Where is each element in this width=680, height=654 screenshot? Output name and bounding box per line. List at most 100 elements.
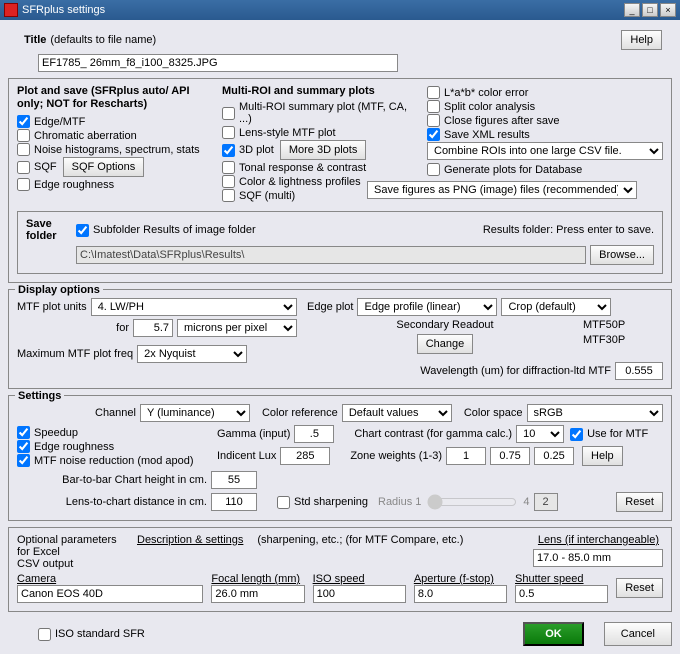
wavelength-input[interactable] [615,362,663,380]
display-options-heading: Display options [15,284,103,296]
chk-subfolder[interactable] [76,224,89,237]
gamma-label: Gamma (input) [217,428,290,440]
camera-label: Camera [17,573,203,585]
chk-lens-style[interactable] [222,126,235,139]
microns-select[interactable]: microns per pixel [177,319,297,337]
camera-input[interactable] [17,585,203,603]
chk-noise-hist[interactable] [17,143,30,156]
minimize-button[interactable]: _ [624,3,640,17]
edge-plot-label: Edge plot [307,301,353,313]
chk-sqf-multi[interactable] [222,189,235,202]
optional-heading1: Optional parameters for Excel [17,534,127,558]
maximize-button[interactable]: □ [642,3,658,17]
sqf-options-button[interactable]: SQF Options [63,157,145,177]
optional-reset-button[interactable]: Reset [616,578,663,598]
chk-std-sharp[interactable] [277,496,290,509]
chk-mtf-noise[interactable] [17,454,30,467]
plot-save-heading: Plot and save (SFRplus auto/ API only; N… [17,85,212,111]
shutter-label: Shutter speed [515,573,608,585]
color-ref-label: Color reference [262,407,338,419]
chk-iso-standard[interactable] [38,628,51,641]
chk-save-xml[interactable] [427,128,440,141]
chk-tonal[interactable] [222,161,235,174]
chk-3d-plot[interactable] [222,144,235,157]
iso-label: ISO speed [313,573,406,585]
app-icon [4,3,18,17]
zw2-input[interactable] [490,447,530,465]
chk-close-figs[interactable] [427,114,440,127]
save-folder-path[interactable] [76,246,586,264]
edge-plot-select[interactable]: Edge profile (linear) [357,298,497,316]
chk-use-for-mtf[interactable] [570,428,583,441]
title-label: Title [24,34,46,46]
shutter-input[interactable] [515,585,608,603]
secondary-readout-label: Secondary Readout [307,319,583,331]
settings-reset-button[interactable]: Reset [616,492,663,512]
aperture-label: Aperture (f-stop) [414,573,507,585]
bar-to-bar-label: Bar-to-bar Chart height in cm. [57,474,207,486]
wavelength-label: Wavelength (um) for diffraction-ltd MTF [420,365,611,377]
chk-settings-edge-rough[interactable] [17,440,30,453]
window-title: SFRplus settings [22,4,105,16]
results-folder-label: Results folder: Press enter to save. [483,224,654,236]
lens-to-chart-input[interactable] [211,493,257,511]
more-3d-button[interactable]: More 3D plots [280,140,366,160]
chk-speedup[interactable] [17,426,30,439]
close-button[interactable]: × [660,3,676,17]
focal-input[interactable] [211,585,304,603]
zw3-input[interactable] [534,447,574,465]
chk-chrom-ab[interactable] [17,129,30,142]
for-label: for [116,322,129,334]
gamma-input[interactable] [294,425,334,443]
change-button[interactable]: Change [417,334,474,354]
for-input[interactable] [133,319,173,337]
mtf-units-select[interactable]: 4. LW/PH [91,298,297,316]
channel-select[interactable]: Y (luminance) [140,404,250,422]
mtf-units-label: MTF plot units [17,301,87,313]
chart-contrast-select[interactable]: 10 [516,425,564,443]
focal-label: Focal length (mm) [211,573,304,585]
incident-lux-input[interactable] [280,447,330,465]
chk-lab[interactable] [427,86,440,99]
chart-contrast-label: Chart contrast (for gamma calc.) [354,428,512,440]
aperture-input[interactable] [414,585,507,603]
browse-button[interactable]: Browse... [590,245,654,265]
desc-hint: (sharpening, etc.; (for MTF Compare, etc… [257,534,463,546]
color-space-label: Color space [464,407,523,419]
color-ref-select[interactable]: Default values [342,404,452,422]
lens-label: Lens (if interchangeable) [538,534,659,546]
mtf50p-label: MTF50P [583,319,663,331]
title-hint: (defaults to file name) [50,34,156,46]
chk-color-light[interactable] [222,175,235,188]
combine-csv-select[interactable]: Combine ROIs into one large CSV file. [427,142,663,160]
chk-split[interactable] [427,100,440,113]
mtf30p-label: MTF30P [583,334,663,346]
settings-help-button[interactable]: Help [582,446,623,466]
title-bar: SFRplus settings _ □ × [0,0,680,20]
help-button[interactable]: Help [621,30,662,50]
chk-multiroi-sum[interactable] [222,107,235,120]
ok-button[interactable]: OK [523,622,584,646]
save-figures-select[interactable]: Save figures as PNG (image) files (recom… [367,181,637,199]
color-space-select[interactable]: sRGB [527,404,663,422]
lens-to-chart-label: Lens-to-chart distance in cm. [57,496,207,508]
chk-sqf[interactable] [17,161,30,174]
settings-heading: Settings [15,390,64,402]
lens-input[interactable] [533,549,663,567]
chk-edge-mtf[interactable] [17,115,30,128]
zone-weights-label: Zone weights (1-3) [350,450,442,462]
cancel-button[interactable]: Cancel [604,622,672,646]
max-mtf-freq-select[interactable]: 2x Nyquist [137,345,247,363]
chk-gendb[interactable] [427,163,440,176]
chk-edge-rough[interactable] [17,178,30,191]
desc-label: Description & settings [137,534,243,546]
bar-to-bar-input[interactable] [211,471,257,489]
title-input[interactable] [38,54,398,72]
save-folder-label: Save folder [26,218,76,242]
multiroi-heading: Multi-ROI and summary plots [222,85,417,97]
radius-slider [427,494,517,510]
zw1-input[interactable] [446,447,486,465]
incident-lux-label: Indicent Lux [217,450,276,462]
crop-select[interactable]: Crop (default) [501,298,611,316]
iso-input[interactable] [313,585,406,603]
